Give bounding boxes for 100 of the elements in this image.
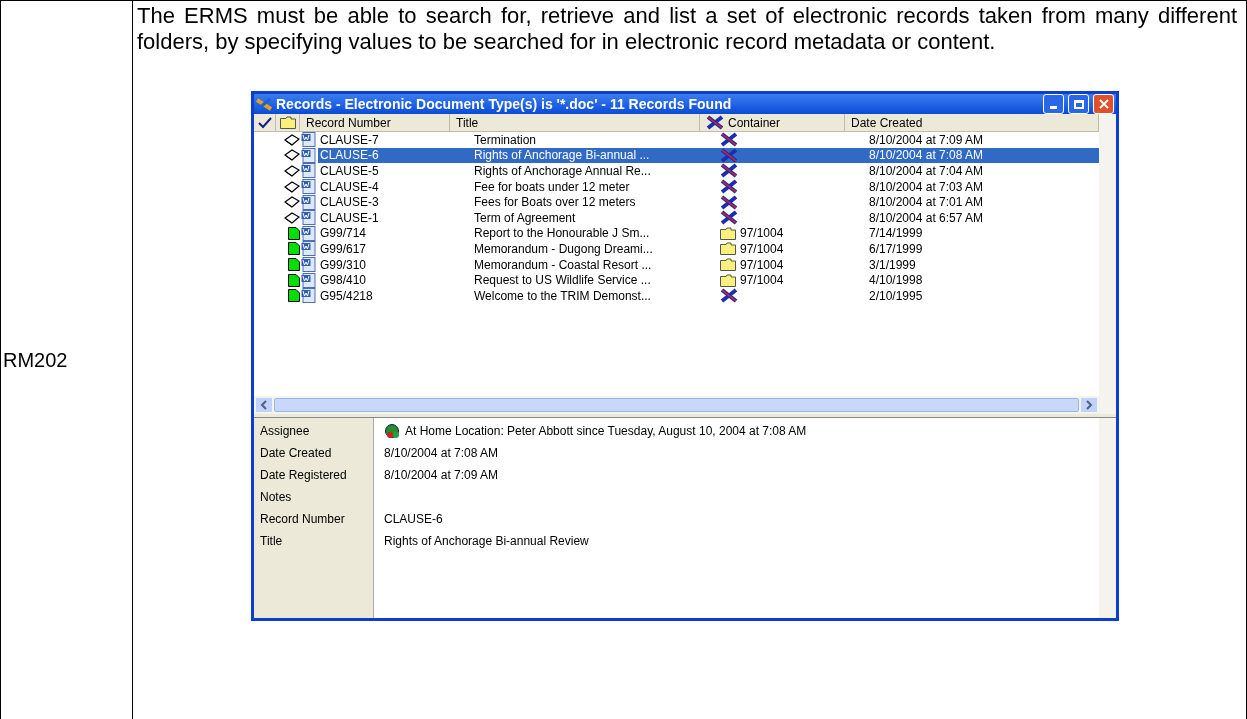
folder-icon <box>720 258 736 272</box>
table-cell-text: CLAUSE-7 <box>319 131 380 149</box>
word-document-icon <box>301 225 317 241</box>
table-cell-text: 8/10/2004 at 6:57 AM <box>868 209 985 227</box>
field-label: Date Created <box>259 445 333 462</box>
table-cell-text: Request to US Wildlife Service ... <box>473 272 652 290</box>
field-label: Notes <box>259 489 293 506</box>
scrollbar-thumb[interactable] <box>274 398 1079 412</box>
table-row[interactable]: CLAUSE-1 Term of Agreement 8/10/2004 at 6:57 AM <box>318 209 1099 226</box>
cross-icon <box>706 115 724 130</box>
document-icon <box>288 273 300 287</box>
table-cell-text: 7/14/1999 <box>868 225 924 243</box>
field-label: Title <box>259 533 284 550</box>
folder-icon <box>720 273 736 287</box>
table-row[interactable]: CLAUSE-7 Termination 8/10/2004 at 7:09 AM <box>318 132 1099 148</box>
table-cell-text: 97/1004 <box>740 256 784 274</box>
table-cell-text: Fees for Boats over 12 meters <box>473 194 637 212</box>
table-cell-text: 8/10/2004 at 7:09 AM <box>868 131 985 149</box>
table-cell-text: G99/714 <box>319 225 368 243</box>
field-value: 8/10/2004 at 7:08 AM <box>384 445 499 462</box>
table-cell-text: Fee for boats under 12 meter <box>473 178 631 196</box>
field-value: At Home Location: Peter Abbott since Tuesday, August 10, 2004 at 7:08 AM <box>405 423 807 440</box>
maximize-button[interactable] <box>1068 94 1089 114</box>
vertical-scrollbar[interactable] <box>1099 418 1116 618</box>
word-document-icon <box>301 210 317 226</box>
table-cell-text: Termination <box>473 131 538 149</box>
word-document-icon <box>301 147 317 163</box>
folder-icon <box>279 116 296 129</box>
cross-icon <box>720 210 738 226</box>
close-button[interactable] <box>1093 94 1114 114</box>
cross-icon <box>720 147 738 163</box>
table-cell-text: CLAUSE-5 <box>319 163 380 180</box>
table-cell-text: Rights of Anchorage Annual Re... <box>473 163 652 180</box>
cross-icon <box>720 132 738 148</box>
column-header[interactable]: Record Number <box>300 114 450 131</box>
scroll-left-icon[interactable] <box>256 398 272 412</box>
document-icon <box>288 242 300 256</box>
word-document-icon <box>301 257 317 273</box>
document-icon <box>288 258 300 272</box>
table-cell-text: CLAUSE-6 <box>319 147 380 165</box>
table-cell-text: 4/10/1998 <box>868 272 924 290</box>
cross-icon <box>720 179 738 195</box>
column-header[interactable]: Title <box>450 114 700 131</box>
table-cell-text: 8/10/2004 at 7:01 AM <box>868 194 985 212</box>
word-document-icon <box>301 272 317 288</box>
field-value: Rights of Anchorage Bi-annual Review <box>384 533 589 550</box>
document-icon <box>288 226 300 240</box>
folder-icon <box>720 226 736 240</box>
table-cell-text: G99/310 <box>319 256 368 274</box>
table-row[interactable]: CLAUSE-5 Rights of Anchorage Annual Re... 8/10/2004 at 7:04 AM <box>318 163 1099 179</box>
table-cell-text: Report to the Honourable J Sm... <box>473 225 651 243</box>
table-cell-text: 8/10/2004 at 7:04 AM <box>868 163 985 180</box>
word-document-icon <box>301 179 317 195</box>
app-icon <box>256 97 272 111</box>
word-document-icon <box>301 288 317 304</box>
word-document-icon <box>301 132 317 148</box>
column-header[interactable]: Container <box>700 114 845 131</box>
table-cell-text: 3/1/1999 <box>868 256 917 274</box>
table-row[interactable]: CLAUSE-4 Fee for boats under 12 meter 8/10/2004 at 7:03 AM <box>318 178 1099 195</box>
cross-icon <box>720 163 738 179</box>
field-label: Date Registered <box>259 467 348 484</box>
table-row[interactable]: CLAUSE-3 Fees for Boats over 12 meters 8/10/2004 at 7:01 AM <box>318 194 1099 210</box>
table-row[interactable]: G99/714 Report to the Honourable J Sm... 97/1004 7/14/1999 <box>318 225 1099 242</box>
word-document-icon <box>301 194 317 210</box>
close-icon <box>1098 99 1109 109</box>
table-cell-text: 97/1004 <box>740 272 784 290</box>
table-row[interactable]: G98/410 Request to US Wildlife Service ... 97/1004 4/10/1998 <box>318 272 1099 288</box>
field-value: 8/10/2004 at 7:09 AM <box>384 467 499 484</box>
table-cell-text: CLAUSE-3 <box>319 194 380 212</box>
table-cell-text: 8/10/2004 at 7:08 AM <box>868 147 985 165</box>
table-cell-text: 97/1004 <box>740 225 784 243</box>
table-cell-text: Rights of Anchorage Bi-annual ... <box>473 147 651 165</box>
document-icon <box>288 289 300 303</box>
table-row[interactable]: G99/617 Memorandum - Dugong Dreami... 97/1004 6/17/1999 <box>318 241 1099 257</box>
table-cell-text: 8/10/2004 at 7:03 AM <box>868 178 985 196</box>
minimize-button[interactable] <box>1043 94 1064 114</box>
table-cell-text: Welcome to the TRIM Demonst... <box>473 287 652 305</box>
word-document-icon <box>301 241 317 257</box>
window-title: Records - Electronic Document Type(s) is '*.doc' - 11 Records Found <box>276 94 733 114</box>
field-label: Assignee <box>259 423 311 440</box>
vertical-scrollbar[interactable] <box>1099 114 1116 414</box>
table-cell-text: CLAUSE-1 <box>319 209 380 227</box>
folder-icon <box>720 242 736 256</box>
table-cell-text: 6/17/1999 <box>868 240 924 258</box>
requirement-id: RM202 <box>3 348 68 373</box>
table-row[interactable]: G99/310 Memorandum - Coastal Resort ... 97/1004 3/1/1999 <box>318 256 1099 273</box>
table-cell-text: Memorandum - Coastal Resort ... <box>473 256 653 274</box>
table-cell-text: G95/4218 <box>319 287 374 305</box>
requirement-text: The ERMS must be able to search for, retrieve and list a set of electronic records taken from many different folders, by specifying values to be searched for in electronic record metadata or content. <box>137 3 1237 55</box>
cross-icon <box>720 194 738 210</box>
horizontal-scrollbar[interactable] <box>254 396 1099 414</box>
checkmark-icon <box>257 116 272 129</box>
globe-people-icon <box>384 423 401 439</box>
scroll-right-icon[interactable] <box>1081 398 1097 412</box>
field-value: CLAUSE-6 <box>384 511 443 528</box>
table-cell-text: 97/1004 <box>740 240 784 258</box>
table-cell-text: 2/10/1995 <box>868 287 924 305</box>
table-cell-text: Memorandum - Dugong Dreami... <box>473 240 654 258</box>
table-row[interactable]: CLAUSE-6 Rights of Anchorage Bi-annual ... 8/10/2004 at 7:08 AM <box>318 147 1099 164</box>
table-row[interactable]: G95/4218 Welcome to the TRIM Demonst... 2/10/1995 <box>318 287 1099 304</box>
